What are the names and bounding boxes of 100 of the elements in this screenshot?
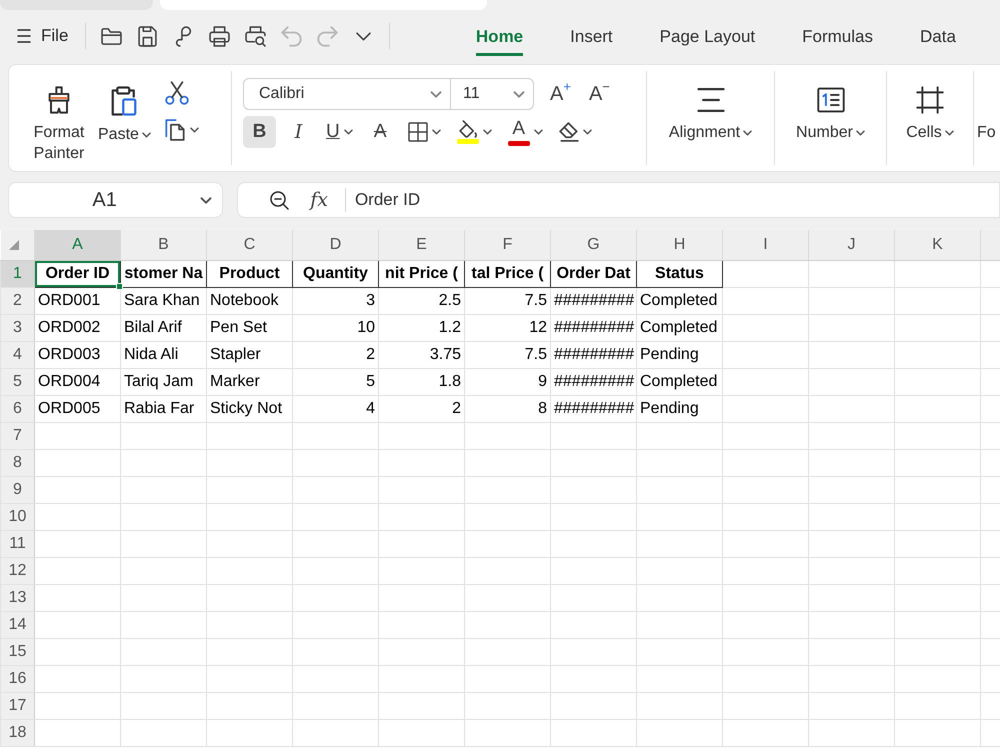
row-header[interactable]: 18 [0,719,34,746]
paintbrush-icon [46,86,72,114]
cells-button[interactable]: Cells [906,65,954,143]
clipboard-icon [111,86,138,116]
table-cell: ######### [550,287,636,314]
column-header[interactable]: G [550,230,636,260]
table-cell: 3.75 [378,341,464,368]
table-cell: 2.5 [378,287,464,314]
font-name-field[interactable]: Calibri [243,78,451,110]
chevron-down-icon [356,32,371,40]
caret-icon [743,130,752,136]
table-cell: Sara Khan [120,287,206,314]
header-cell: Product [206,260,292,287]
row-header[interactable]: 13 [0,584,34,611]
header-cell: nit Price ( [378,260,464,287]
zoom-out-icon[interactable] [270,190,290,210]
row-header[interactable]: 7 [0,422,34,449]
column-header[interactable]: K [894,230,980,260]
column-header[interactable]: A [34,230,120,260]
table-cell: Bilal Arif [120,314,206,341]
copy-button[interactable] [164,119,199,141]
align-center-icon [696,86,724,114]
grow-font-button[interactable]: A$^{+}$ [548,82,573,106]
column-header[interactable]: I [722,230,808,260]
table-cell: ORD003 [34,341,120,368]
caret-icon [190,127,199,133]
row-header[interactable]: 17 [0,692,34,719]
table-cell: ######### [550,395,636,422]
frame-icon [916,86,944,114]
ribbon-tab[interactable]: Formulas [802,18,873,56]
eraser-icon [558,122,579,142]
menu-icon [17,29,31,43]
table-cell: Sticky Not [206,395,292,422]
caret-icon [200,196,212,204]
row-header[interactable]: 2 [0,287,34,314]
table-cell: Stapler [206,341,292,368]
table-cell: 9 [464,368,550,395]
grid-icon [408,122,428,142]
cut-button[interactable] [164,81,189,105]
bold-button[interactable]: B [243,116,276,148]
file-menu-button[interactable]: File [12,19,74,53]
row-header[interactable]: 9 [0,476,34,503]
row-header[interactable]: 12 [0,557,34,584]
table-cell: 10 [292,314,378,341]
table-cell: ORD004 [34,368,120,395]
column-header[interactable]: E [378,230,464,260]
table-cell: 4 [292,395,378,422]
ribbon-tab[interactable]: Home [476,18,524,56]
table-cell: 1.8 [378,368,464,395]
caret-icon [944,130,954,136]
table-cell: 7.5 [464,287,550,314]
shrink-font-button[interactable]: A$^{−}$ [586,82,612,106]
header-cell: Order ID [34,260,120,287]
font-size-field[interactable]: 11 [451,78,534,110]
table-cell: 2 [378,395,464,422]
ribbon-group-button[interactable]: Fo [977,122,996,143]
ribbon-tab[interactable]: Insert [570,18,613,56]
italic-button[interactable]: I [282,116,315,148]
table-cell: 7.5 [464,341,550,368]
row-header[interactable]: 3 [0,314,34,341]
row-header[interactable]: 11 [0,530,34,557]
row-header[interactable]: 10 [0,503,34,530]
printer-icon [208,26,230,46]
table-cell: Marker [206,368,292,395]
row-header[interactable]: 15 [0,638,34,665]
row-header[interactable]: 14 [0,611,34,638]
table-cell: Notebook [206,287,292,314]
row-header[interactable]: 1 [0,260,34,287]
column-header[interactable]: J [808,230,894,260]
table-cell: Completed [636,314,722,341]
fill-handle[interactable] [116,282,123,290]
function-button[interactable]: fx [310,189,328,211]
row-header[interactable]: 4 [0,341,34,368]
table-cell: ORD001 [34,287,120,314]
header-cell: Order Dat [550,260,636,287]
save-icon [136,26,158,46]
underline-button[interactable]: U [321,116,358,148]
column-header[interactable]: B [120,230,206,260]
name-box[interactable]: A1 [8,182,224,218]
table-cell: Pending [636,341,722,368]
alignment-button[interactable]: Alignment [668,65,752,143]
row-header[interactable]: 5 [0,368,34,395]
row-header[interactable]: 16 [0,665,34,692]
formula-input[interactable]: Order ID [354,187,420,213]
number-button[interactable]: Number [796,65,865,143]
row-header[interactable]: 6 [0,395,34,422]
column-header[interactable]: D [292,230,378,260]
paste-button[interactable]: Paste [98,65,151,145]
table-cell: ######### [550,314,636,341]
header-cell: tal Price ( [464,260,550,287]
column-header[interactable]: H [636,230,722,260]
format-painter-button[interactable]: Format Painter [28,65,90,164]
row-header[interactable]: 8 [0,449,34,476]
column-header[interactable]: F [464,230,550,260]
table-cell: 5 [292,368,378,395]
font-color-button[interactable]: A [502,116,548,148]
column-header[interactable]: C [206,230,292,260]
ribbon-tab[interactable]: Data [920,18,956,56]
ribbon-tab[interactable]: Page Layout [660,18,756,56]
strikethrough-button[interactable]: A [364,116,397,148]
